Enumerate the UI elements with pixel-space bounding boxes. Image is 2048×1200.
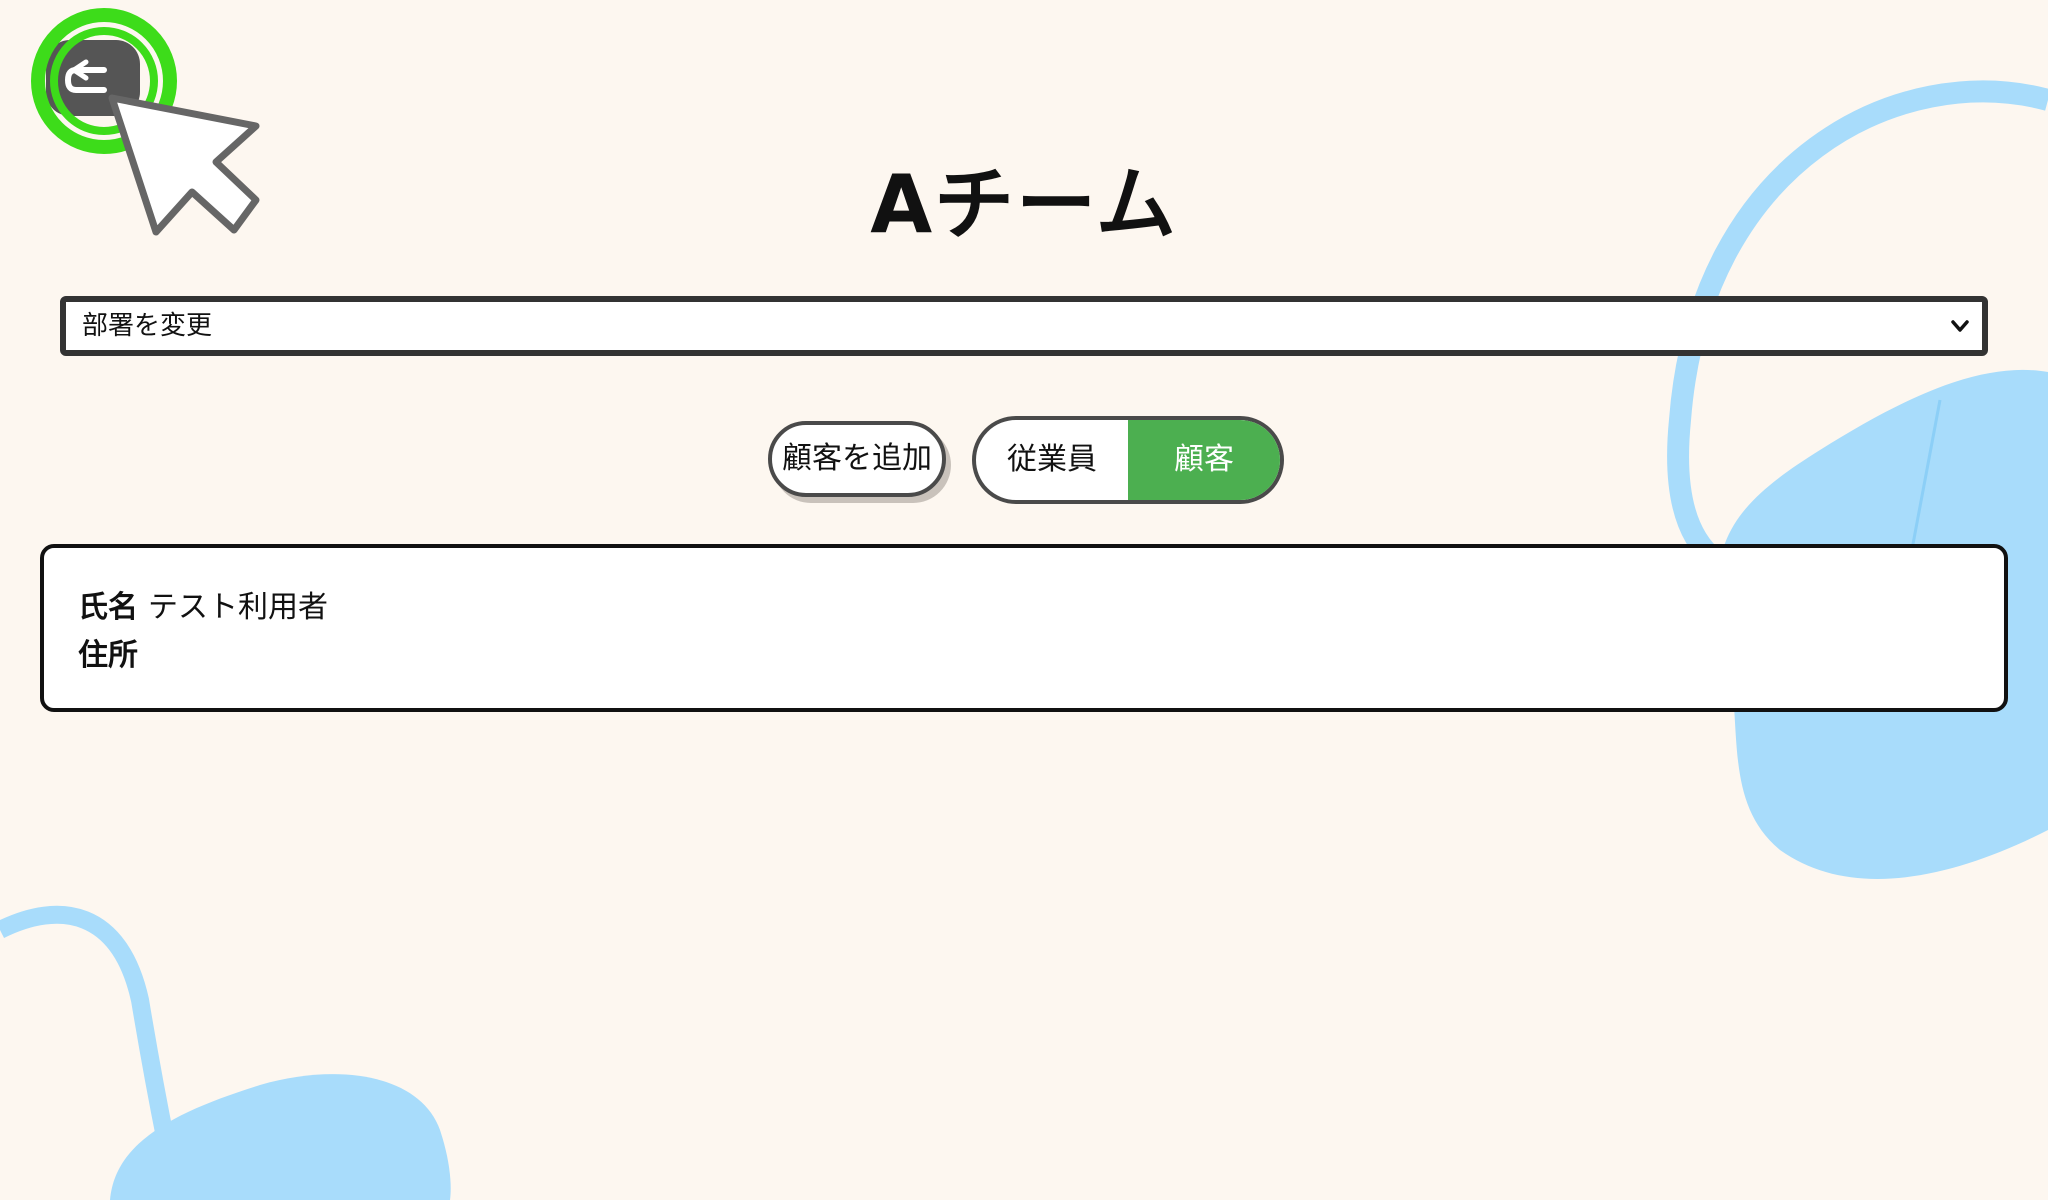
page: Aチーム 部署を変更 顧客を追加 従業員 顧客 氏名 テスト利用者 住所	[0, 0, 2048, 1200]
toggle-employees[interactable]: 従業員	[976, 420, 1128, 500]
department-select[interactable]: 部署を変更	[60, 296, 1988, 356]
customer-address-row: 住所	[78, 634, 148, 678]
customer-card[interactable]: 氏名 テスト利用者 住所	[40, 544, 2008, 712]
page-title: Aチーム	[870, 158, 1178, 251]
back-button[interactable]	[46, 40, 140, 116]
add-customer-button[interactable]: 顧客を追加	[768, 421, 946, 497]
name-value: テスト利用者	[148, 590, 328, 625]
name-label: 氏名	[78, 590, 138, 625]
view-toggle: 従業員 顧客	[972, 416, 1284, 504]
address-label: 住所	[78, 638, 138, 673]
customer-name-row: 氏名 テスト利用者	[78, 586, 328, 630]
chevron-down-icon	[1951, 320, 1969, 332]
department-select-value: 部署を変更	[82, 311, 213, 341]
toggle-customers[interactable]: 顧客	[1128, 420, 1280, 500]
back-arrow-icon	[64, 59, 107, 93]
